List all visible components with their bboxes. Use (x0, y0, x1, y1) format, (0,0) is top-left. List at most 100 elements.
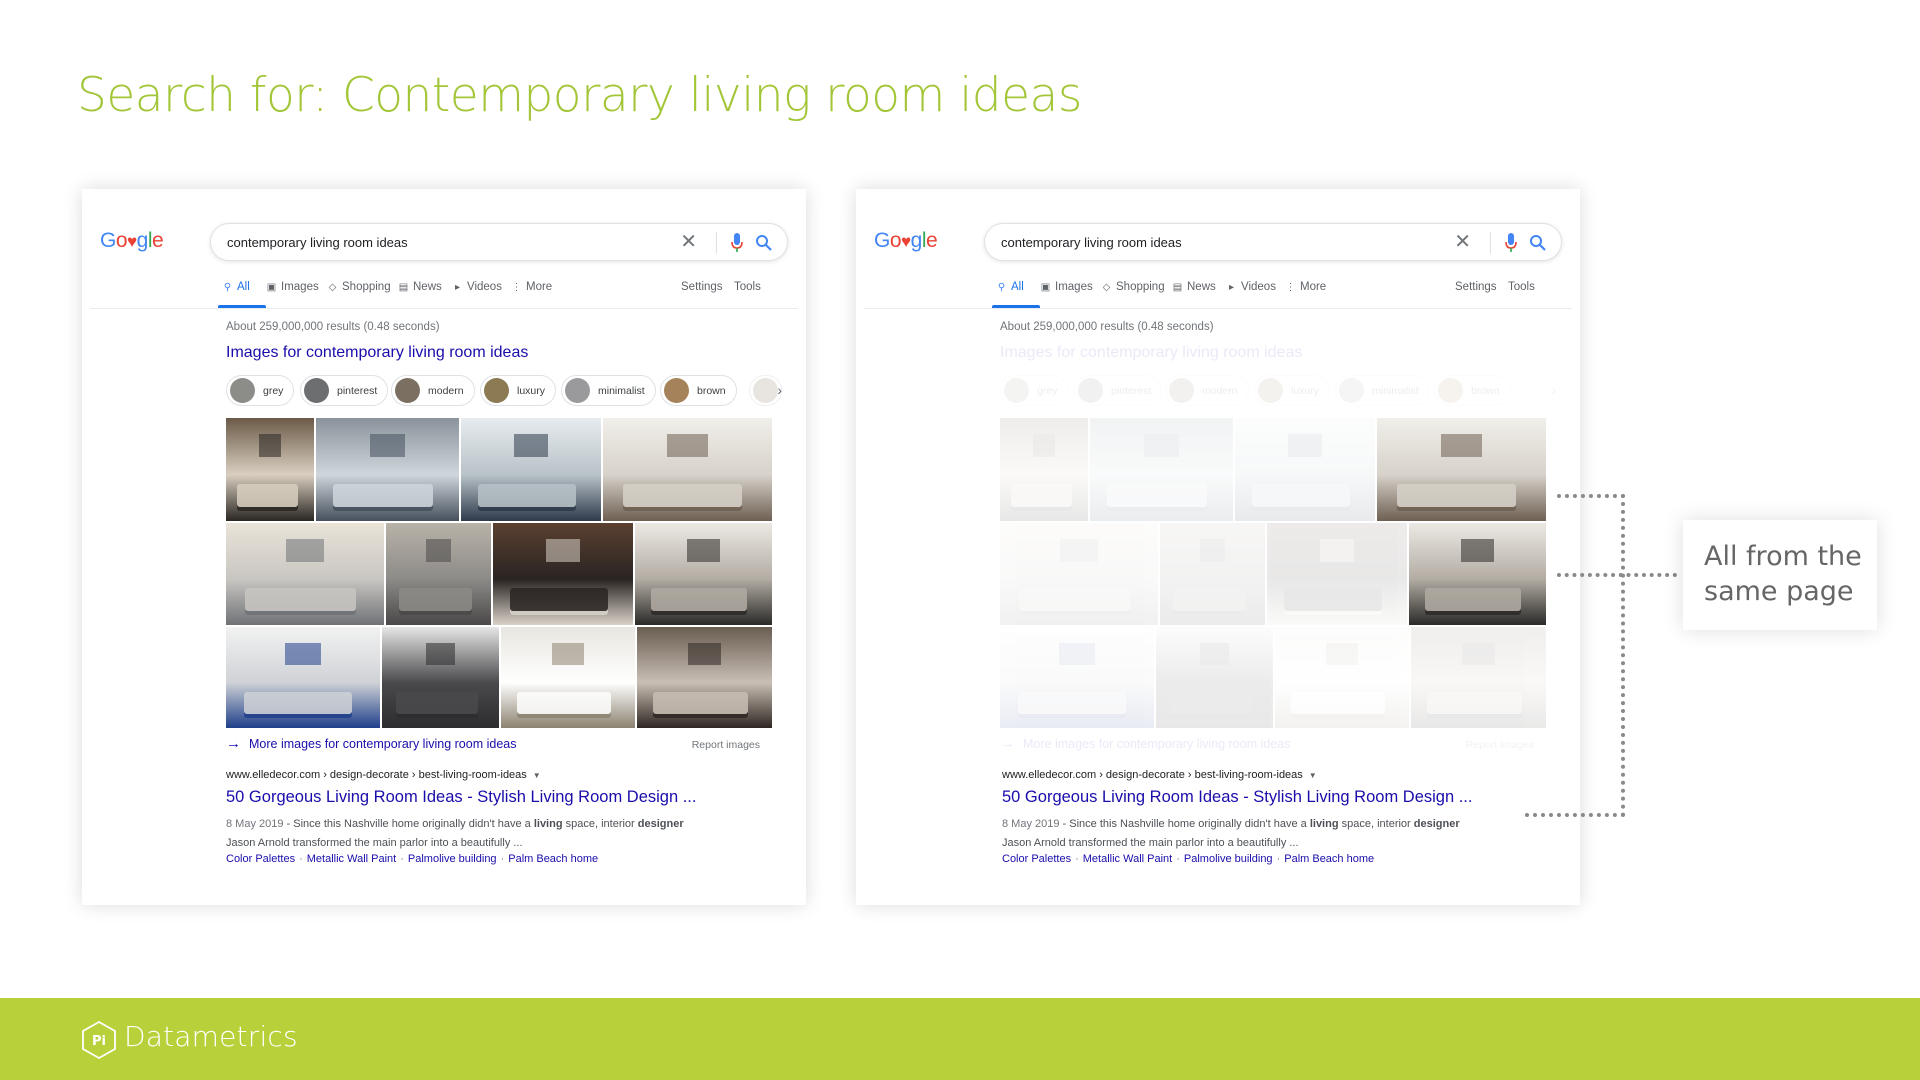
settings-label: Settings (1455, 281, 1497, 293)
image-result-tile[interactable] (386, 523, 491, 625)
result-url[interactable]: www.elledecor.com › design-decorate › be… (226, 769, 541, 781)
sitelink[interactable]: Palmolive building (408, 853, 497, 865)
close-icon[interactable]: ✕ (1454, 231, 1471, 253)
chip-minimalist[interactable]: minimalist (561, 375, 656, 406)
sitelink[interactable]: Palm Beach home (1284, 853, 1374, 865)
settings-link[interactable]: Settings (681, 281, 723, 293)
chevron-right-icon[interactable]: › (1551, 382, 1556, 398)
chip-grey[interactable]: grey (1000, 375, 1069, 406)
room-photo-detail (1427, 691, 1522, 714)
image-result-tile[interactable] (637, 627, 772, 728)
result-title-link[interactable]: 50 Gorgeous Living Room Ideas - Stylish … (1002, 788, 1472, 807)
settings-link[interactable]: Settings (1455, 281, 1497, 293)
tab-label: Images (1055, 281, 1093, 293)
chip-brown[interactable]: brown (660, 375, 737, 406)
search-input[interactable]: contemporary living room ideas ✕ (984, 223, 1562, 261)
result-url[interactable]: www.elledecor.com › design-decorate › be… (1002, 769, 1317, 781)
image-result-tile[interactable] (1000, 418, 1088, 521)
chip-grey[interactable]: grey (226, 375, 295, 406)
tab-all[interactable]: ⚲ All (996, 281, 1024, 293)
tab-videos[interactable]: ▸ Videos (452, 281, 502, 293)
image-result-tile[interactable] (1267, 523, 1407, 625)
images-heading-link[interactable]: Images for contemporary living room idea… (226, 344, 528, 362)
images-heading-link[interactable]: Images for contemporary living room idea… (1000, 344, 1302, 362)
image-result-tile[interactable] (1156, 627, 1273, 728)
logo-letter: o (115, 229, 128, 252)
image-result-tile[interactable] (382, 627, 499, 728)
more-images-link[interactable]: → More images for contemporary living roo… (226, 735, 516, 752)
chip-luxury[interactable]: luxury (480, 375, 557, 406)
room-photo-detail (1172, 588, 1247, 611)
chip-brown[interactable]: brown (1434, 375, 1511, 406)
more-images-link[interactable]: → More images for contemporary living roo… (1000, 735, 1290, 752)
snippet-bold: designer (637, 818, 684, 830)
chip-label: luxury (517, 384, 546, 397)
sitelink[interactable]: Metallic Wall Paint (1083, 853, 1172, 865)
search-icon[interactable] (755, 234, 773, 252)
image-result-tile[interactable] (1377, 418, 1546, 521)
image-result-tile[interactable] (1090, 418, 1233, 521)
search-query[interactable]: contemporary living room ideas (1001, 235, 1182, 250)
caret-down-icon[interactable]: ▼ (1309, 771, 1317, 780)
image-result-tile[interactable] (1160, 523, 1265, 625)
close-icon[interactable]: ✕ (680, 231, 697, 253)
chip-minimalist[interactable]: minimalist (1335, 375, 1430, 406)
search-query[interactable]: contemporary living room ideas (227, 235, 408, 250)
sitelink[interactable]: Palmolive building (1184, 853, 1273, 865)
sitelink[interactable]: Palm Beach home (508, 853, 598, 865)
report-images-link[interactable]: Report images (692, 739, 760, 751)
image-result-tile[interactable] (226, 627, 380, 728)
tab-news[interactable]: ▤ News (398, 281, 442, 293)
tab-shopping[interactable]: ◇ Shopping (327, 281, 391, 293)
sitelink[interactable]: Color Palettes (1002, 853, 1071, 865)
search-icon[interactable] (1529, 234, 1547, 252)
news-icon: ▤ (1172, 281, 1183, 293)
image-result-tile[interactable] (1409, 523, 1546, 625)
tools-link[interactable]: Tools (1508, 281, 1535, 293)
tab-news[interactable]: ▤ News (1172, 281, 1216, 293)
tab-shopping[interactable]: ◇ Shopping (1101, 281, 1165, 293)
callout-box: All from the same page (1683, 520, 1877, 630)
search-input[interactable]: contemporary living room ideas ✕ (210, 223, 788, 261)
chip-pinterest[interactable]: pinterest (1074, 375, 1163, 406)
image-result-tile[interactable] (603, 418, 772, 521)
sitelink[interactable]: Metallic Wall Paint (307, 853, 396, 865)
image-result-tile[interactable] (501, 627, 635, 728)
sitelink[interactable]: Color Palettes (226, 853, 295, 865)
tab-more[interactable]: ⋮ More (1285, 281, 1327, 293)
google-doodle-logo[interactable]: Go♥gle (874, 229, 938, 253)
image-result-tile[interactable] (493, 523, 633, 625)
tools-link[interactable]: Tools (734, 281, 761, 293)
report-images-link[interactable]: Report images (1466, 739, 1534, 751)
caret-down-icon[interactable]: ▼ (533, 771, 541, 780)
snippet-text: - Since this Nashville home originally d… (283, 818, 534, 830)
image-result-tile[interactable] (1235, 418, 1375, 521)
tab-more[interactable]: ⋮ More (511, 281, 553, 293)
tab-videos[interactable]: ▸ Videos (1226, 281, 1276, 293)
result-title-link[interactable]: 50 Gorgeous Living Room Ideas - Stylish … (226, 788, 696, 807)
image-result-tile[interactable] (1000, 627, 1154, 728)
image-result-tile[interactable] (1411, 627, 1546, 728)
result-date: 8 May 2019 (226, 818, 284, 830)
chip-modern[interactable]: modern (391, 375, 475, 406)
image-result-tile[interactable] (1275, 627, 1409, 728)
chevron-right-icon[interactable]: › (777, 382, 782, 398)
tab-all[interactable]: ⚲ All (222, 281, 250, 293)
image-result-tile[interactable] (461, 418, 601, 521)
image-result-tile[interactable] (226, 418, 314, 521)
microphone-icon[interactable] (731, 233, 743, 253)
google-doodle-logo[interactable]: Go♥gle (100, 229, 164, 253)
image-result-tile[interactable] (226, 523, 384, 625)
image-result-tile[interactable] (635, 523, 772, 625)
image-result-tile[interactable] (1000, 523, 1158, 625)
chip-modern[interactable]: modern (1165, 375, 1249, 406)
chip-luxury[interactable]: luxury (1254, 375, 1331, 406)
chip-label: pinterest (1111, 384, 1152, 397)
tab-images[interactable]: ▣ Images (1040, 281, 1093, 293)
room-photo-detail (509, 588, 608, 611)
chip-pinterest[interactable]: pinterest (300, 375, 389, 406)
image-result-tile[interactable] (316, 418, 459, 521)
microphone-icon[interactable] (1505, 233, 1517, 253)
tabs-divider (864, 308, 1572, 309)
tab-images[interactable]: ▣ Images (266, 281, 319, 293)
